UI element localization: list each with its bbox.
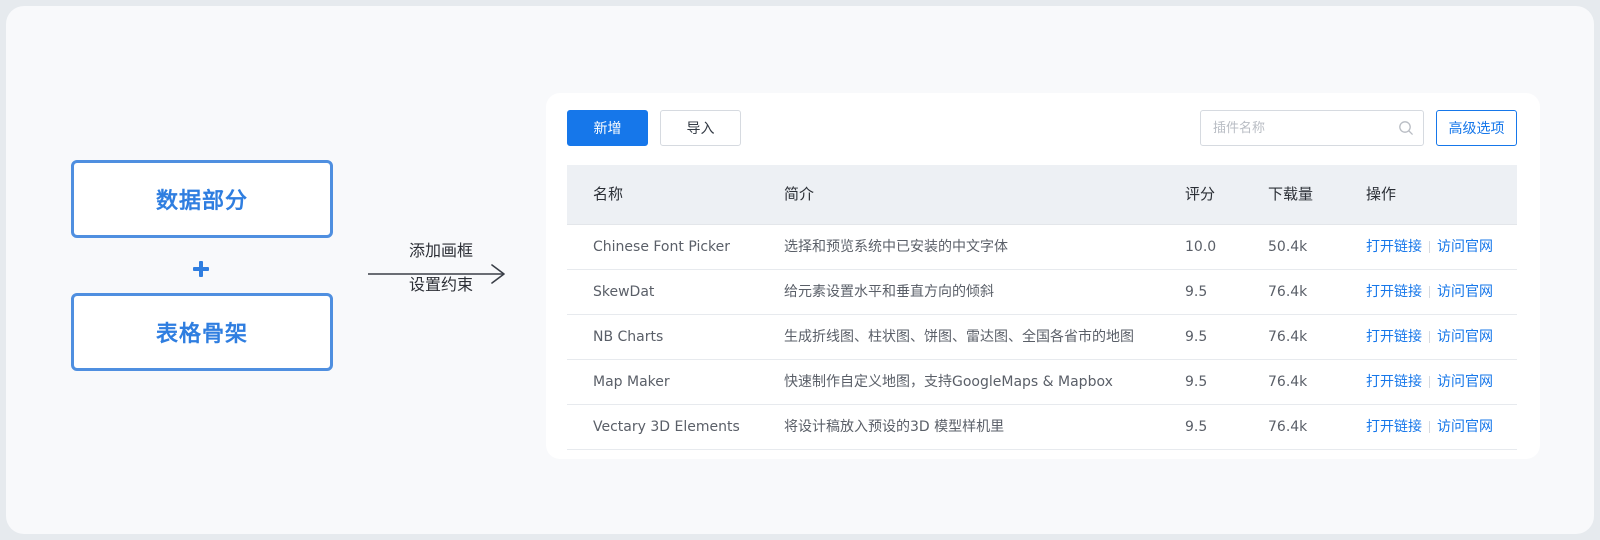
cell-score: 9.5 [1185,329,1208,345]
import-button-label: 导入 [686,121,715,137]
cell-downloads: 50.4k [1268,239,1308,255]
plugin-table: 名称 简介 评分 下载量 操作 Chinese Font Picker 选择和预… [567,165,1517,450]
cell-name: Chinese Font Picker [593,239,731,255]
arrow-label-top: 添加画框 [408,241,473,260]
cell-score: 9.5 [1185,284,1208,300]
cell-name: SkewDat [593,284,655,300]
table-skeleton-box: 表格骨架 [71,293,333,371]
arrow-label-bottom: 设置约束 [408,275,473,294]
cell-score: 9.5 [1185,374,1208,390]
table-header: 名称 简介 评分 下载量 操作 [567,165,1517,225]
cell-score: 9.5 [1185,419,1208,435]
divider [1429,421,1430,433]
divider [1429,331,1430,343]
import-button[interactable]: 导入 [660,110,741,146]
header-name: 名称 [593,185,624,203]
header-actions: 操作 [1366,185,1397,203]
divider [1429,286,1430,298]
cell-downloads: 76.4k [1268,329,1308,345]
divider [1429,241,1430,253]
cell-actions: 打开链接 访问官网 [1366,225,1493,269]
advanced-options-button[interactable]: 高级选项 [1436,110,1517,146]
cell-name: NB Charts [593,329,664,345]
visit-site-link[interactable]: 访问官网 [1437,419,1493,435]
open-link[interactable]: 打开链接 [1366,374,1422,390]
cell-actions: 打开链接 访问官网 [1366,270,1493,314]
plus-icon [186,254,216,284]
cell-actions: 打开链接 访问官网 [1366,360,1493,404]
visit-site-link[interactable]: 访问官网 [1437,374,1493,390]
search-icon[interactable] [1398,120,1414,136]
add-button[interactable]: 新增 [567,110,648,146]
table-row: Vectary 3D Elements 将设计稿放入预设的3D 模型样机里 9.… [567,405,1517,450]
header-desc: 简介 [784,185,815,203]
visit-site-link[interactable]: 访问官网 [1437,329,1493,345]
open-link[interactable]: 打开链接 [1366,239,1422,255]
cell-desc: 生成折线图、柱状图、饼图、雷达图、全国各省市的地图 [784,329,1134,345]
cell-actions: 打开链接 访问官网 [1366,315,1493,359]
divider [1429,376,1430,388]
advanced-options-label: 高级选项 [1448,121,1505,137]
cell-desc: 给元素设置水平和垂直方向的倾斜 [784,284,994,300]
open-link[interactable]: 打开链接 [1366,329,1422,345]
open-link[interactable]: 打开链接 [1366,284,1422,300]
search-input[interactable] [1201,111,1403,145]
cell-score: 10.0 [1185,239,1217,255]
cell-downloads: 76.4k [1268,419,1308,435]
cell-downloads: 76.4k [1268,284,1308,300]
table-row: SkewDat 给元素设置水平和垂直方向的倾斜 9.5 76.4k 打开链接 访问… [567,270,1517,315]
data-part-label: 数据部分 [155,189,248,214]
search-box [1200,110,1424,146]
cell-desc: 快速制作自定义地图，支持GoogleMaps & Mapbox [784,374,1113,390]
visit-site-link[interactable]: 访问官网 [1437,284,1493,300]
header-score: 评分 [1185,185,1216,203]
cell-downloads: 76.4k [1268,374,1308,390]
table-row: Map Maker 快速制作自定义地图，支持GoogleMaps & Mapbo… [567,360,1517,405]
table-row: Chinese Font Picker 选择和预览系统中已安装的中文字体 10.… [567,225,1517,270]
visit-site-link[interactable]: 访问官网 [1437,239,1493,255]
header-downloads: 下载量 [1268,185,1314,203]
diagram-canvas: 数据部分 表格骨架 添加画框 设置约束 新增 导入 高级选项 名称 [6,6,1594,534]
plugin-table-card: 新增 导入 高级选项 名称 简介 评分 下载量 操作 Chinese F [546,93,1540,459]
table-skeleton-label: 表格骨架 [155,322,248,347]
add-button-label: 新增 [593,121,622,137]
cell-name: Vectary 3D Elements [593,419,740,435]
cell-actions: 打开链接 访问官网 [1366,405,1493,449]
data-part-box: 数据部分 [71,160,333,238]
cell-desc: 选择和预览系统中已安装的中文字体 [784,239,1008,255]
cell-name: Map Maker [593,374,670,390]
open-link[interactable]: 打开链接 [1366,419,1422,435]
cell-desc: 将设计稿放入预设的3D 模型样机里 [784,419,1005,435]
table-row: NB Charts 生成折线图、柱状图、饼图、雷达图、全国各省市的地图 9.5 … [567,315,1517,360]
